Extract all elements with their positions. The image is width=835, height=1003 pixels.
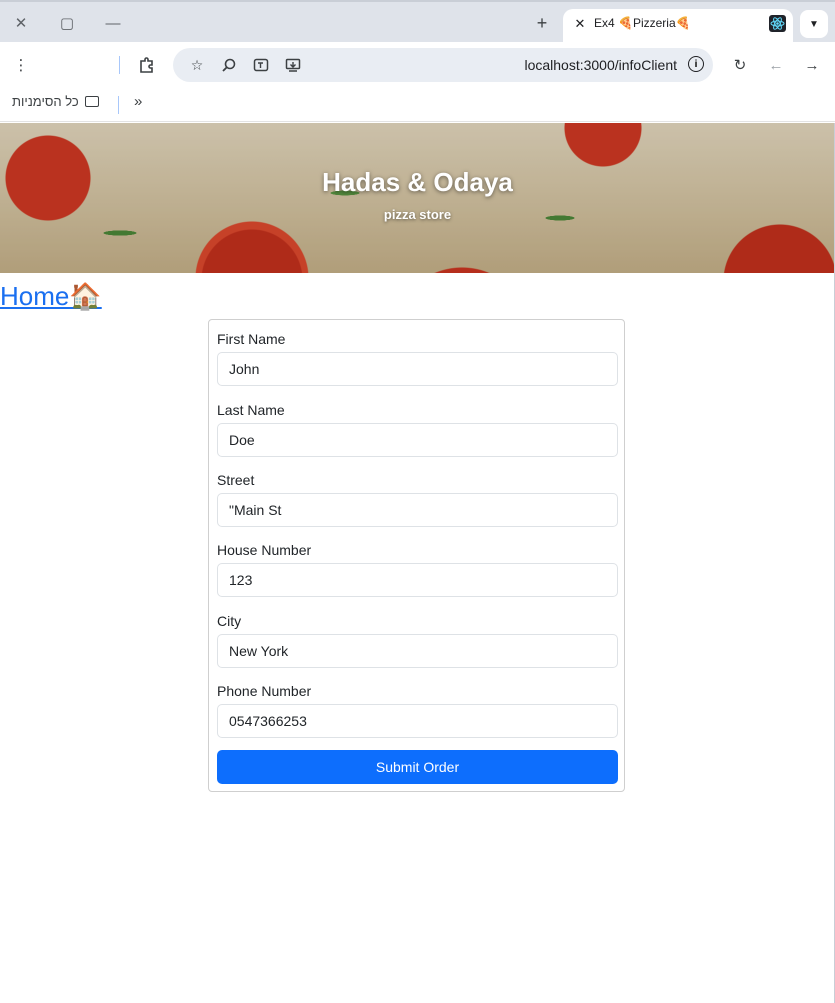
bookmarks-bar: כל הסימניות » [0, 88, 835, 122]
double-chevron-icon[interactable]: » [134, 93, 142, 110]
first-name-label: First Name [217, 331, 286, 347]
tab-title: Ex4 🍕Pizzeria🍕 [594, 16, 691, 30]
street-label: Street [217, 472, 255, 488]
last-name-group: Last Name Doe [217, 401, 618, 457]
browser-tab-strip: ✕ ▢ — + ✕ Ex4 🍕Pizzeria🍕 ▼ [0, 0, 835, 44]
maximize-window-icon[interactable]: ▢ [53, 9, 81, 37]
translate-icon[interactable] [249, 53, 273, 77]
all-bookmarks-label: כל הסימניות [12, 94, 79, 109]
last-name-input[interactable]: Doe [217, 423, 618, 457]
close-window-icon[interactable]: ✕ [7, 9, 35, 37]
phone-number-label: Phone Number [217, 683, 312, 699]
header-banner: Hadas & Odaya pizza store [0, 123, 835, 273]
browser-tab-active[interactable]: ✕ Ex4 🍕Pizzeria🍕 [563, 9, 793, 44]
phone-number-group: Phone Number 0547366253 [217, 682, 618, 738]
street-group: Street "Main St [217, 471, 618, 527]
house-number-input[interactable]: 123 [217, 563, 618, 597]
react-favicon-icon [769, 15, 786, 32]
store-title: Hadas & Odaya [322, 167, 513, 197]
street-input[interactable]: "Main St [217, 493, 618, 527]
browser-toolbar: ⋮ ☆ localhost:3000/infoClient i ↻ ← → [0, 42, 835, 88]
first-name-input[interactable]: John [217, 352, 618, 386]
home-link[interactable]: Home🏠 [0, 281, 102, 312]
store-subtitle: pizza store [383, 207, 452, 222]
bookmarks-divider [118, 96, 119, 114]
house-number-label: House Number [217, 542, 312, 558]
menu-dots-icon[interactable]: ⋮ [7, 51, 35, 79]
submit-order-button[interactable]: Submit Order [217, 750, 618, 784]
tab-search-chevron-icon[interactable]: ▼ [800, 10, 828, 38]
city-label: City [217, 613, 242, 629]
folder-icon [84, 96, 99, 107]
forward-arrow-icon[interactable]: → [798, 51, 826, 79]
client-info-form: First Name John Last Name Doe Street "Ma… [208, 319, 625, 792]
minimize-window-icon[interactable]: — [99, 9, 127, 37]
site-info-icon[interactable]: i [688, 56, 704, 72]
city-group: City New York [217, 612, 618, 668]
address-bar[interactable]: ☆ localhost:3000/infoClient i [173, 48, 713, 82]
last-name-label: Last Name [217, 402, 285, 418]
install-app-icon[interactable] [281, 53, 305, 77]
toolbar-divider [119, 56, 120, 74]
new-tab-icon[interactable]: + [530, 11, 554, 35]
url-text[interactable]: localhost:3000/infoClient [524, 57, 677, 73]
house-number-group: House Number 123 [217, 541, 618, 597]
back-arrow-icon[interactable]: ← [762, 51, 790, 79]
tab-close-icon[interactable]: ✕ [569, 13, 591, 35]
phone-number-input[interactable]: 0547366253 [217, 704, 618, 738]
banner-overlay [0, 123, 835, 273]
extensions-icon[interactable] [133, 51, 161, 79]
all-bookmarks-button[interactable]: כל הסימניות [12, 94, 99, 109]
bookmark-star-icon[interactable]: ☆ [185, 53, 209, 77]
first-name-group: First Name John [217, 330, 618, 386]
reload-icon[interactable]: ↻ [726, 51, 754, 79]
zoom-icon[interactable] [217, 53, 241, 77]
city-input[interactable]: New York [217, 634, 618, 668]
